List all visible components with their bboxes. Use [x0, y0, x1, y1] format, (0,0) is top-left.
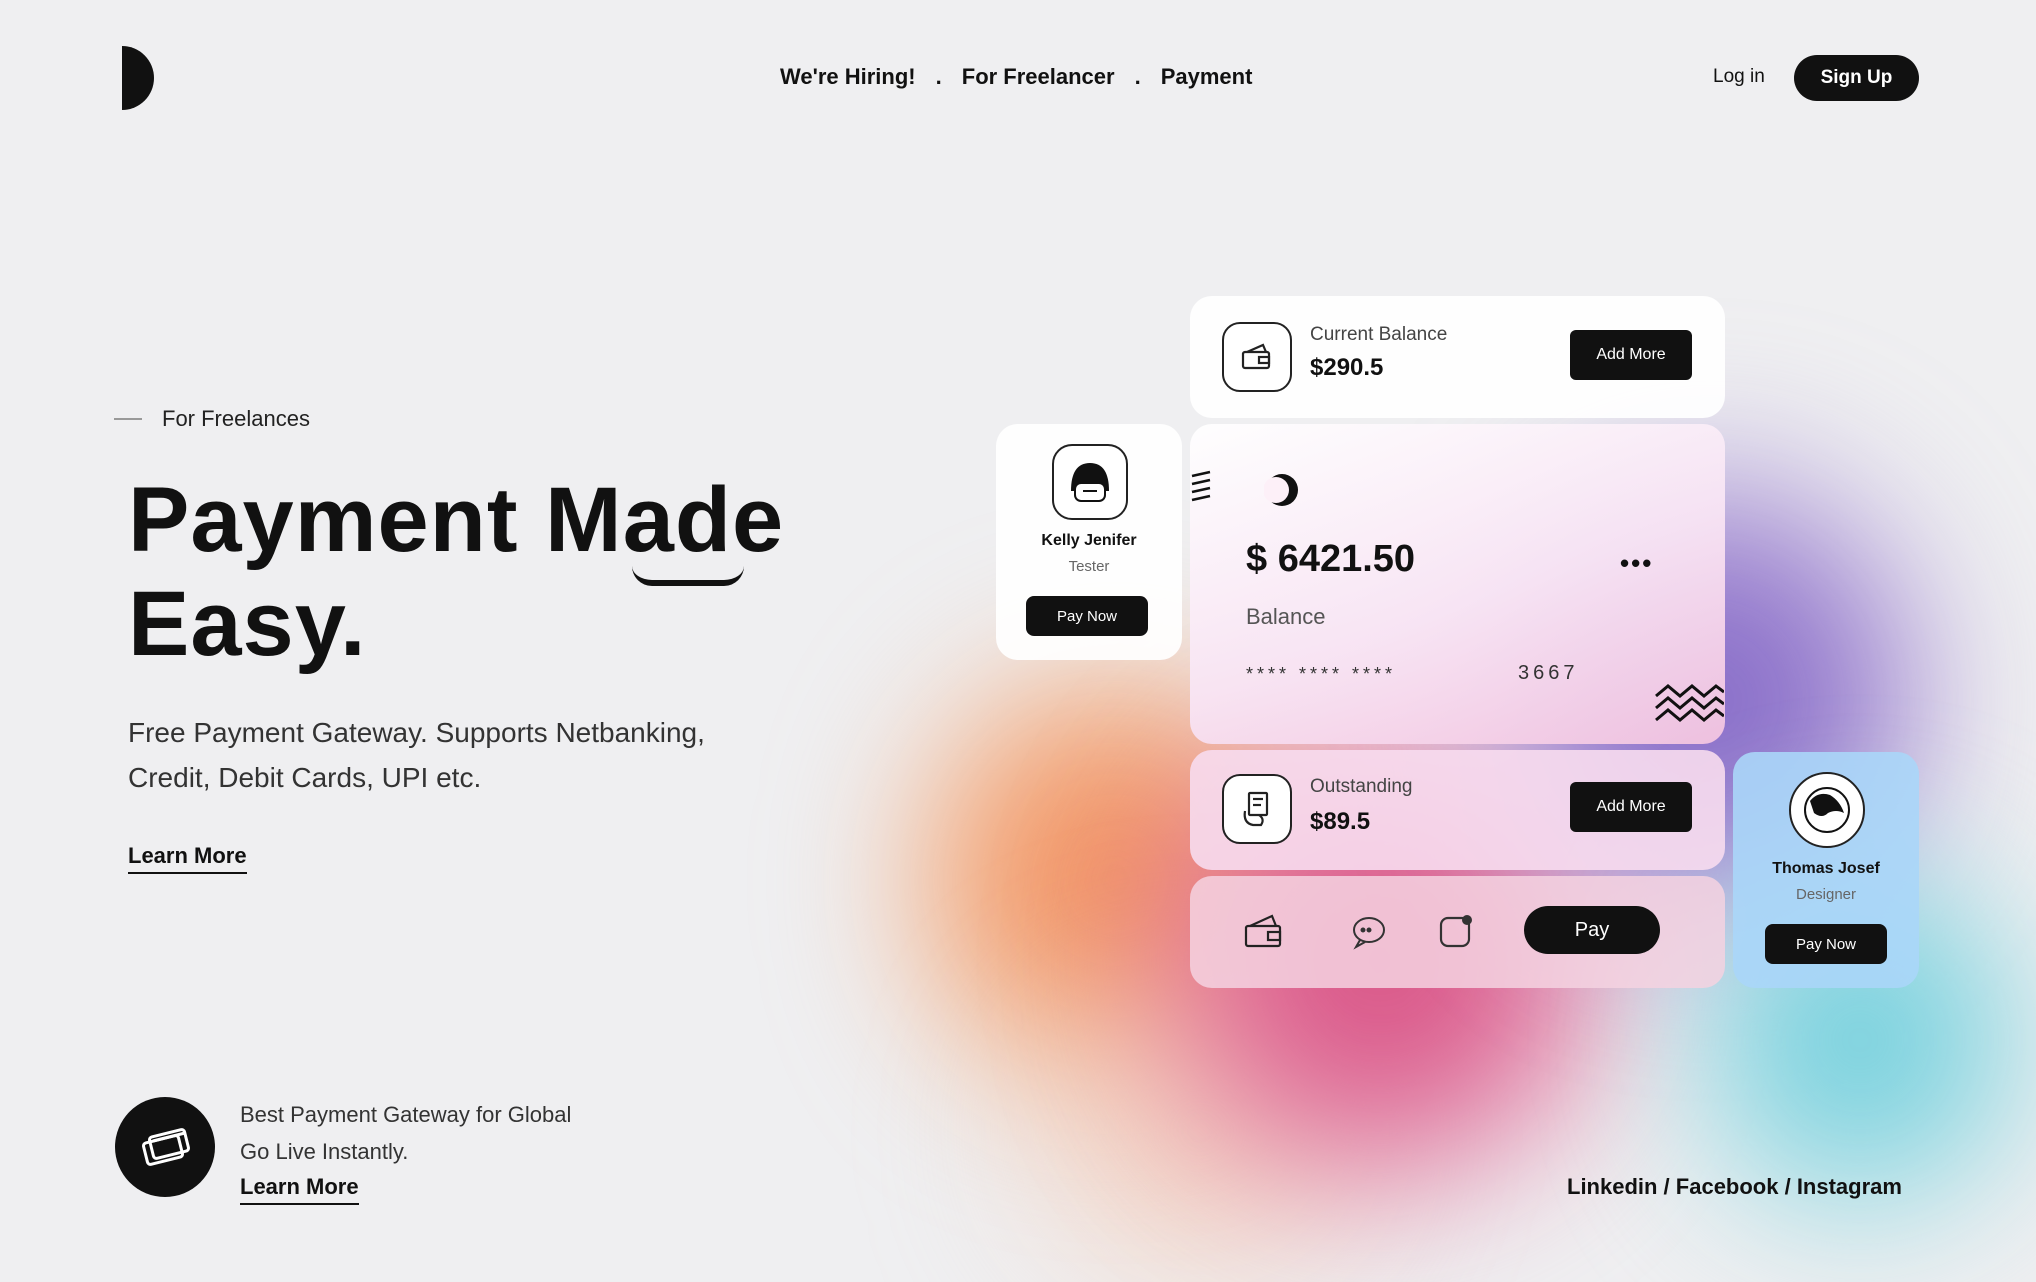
outstanding-label: Outstanding: [1310, 776, 1413, 797]
headline-line2: Easy.: [128, 573, 367, 675]
more-options-icon[interactable]: •••: [1620, 548, 1653, 579]
hero-description: Free Payment Gateway. Supports Netbankin…: [128, 717, 705, 793]
nav-item-freelancer[interactable]: For Freelancer: [962, 64, 1115, 90]
kelly-name: Kelly Jenifer: [1041, 532, 1137, 549]
thomas-avatar-icon: [1804, 787, 1850, 833]
kelly-pay-now-button[interactable]: Pay Now: [1026, 596, 1148, 636]
zigzag-icon: [1191, 470, 1211, 502]
pay-button[interactable]: Pay: [1524, 906, 1660, 954]
thomas-pay-now-button[interactable]: Pay Now: [1765, 924, 1887, 964]
login-link[interactable]: Log in: [1713, 66, 1765, 88]
kelly-avatar-icon: [1071, 463, 1109, 502]
headline-line1: Payment Made: [128, 469, 785, 571]
cards-icon: [142, 1128, 190, 1166]
nav-item-payment[interactable]: Payment: [1161, 64, 1253, 90]
receipt-icon-box: [1222, 774, 1292, 844]
moon-icon: [1264, 474, 1298, 506]
add-more-balance-button[interactable]: Add More: [1570, 330, 1692, 380]
balance-label: Balance: [1246, 604, 1326, 629]
nav-separator: .: [935, 64, 942, 89]
hero-learn-more-link[interactable]: Learn More: [128, 843, 247, 874]
hero-kicker: For Freelances: [114, 406, 310, 432]
avatar: [1052, 444, 1128, 520]
wallet-icon: [1241, 343, 1271, 370]
wave-icon: [1655, 684, 1724, 722]
card-badge: [115, 1097, 215, 1197]
add-more-outstanding-button[interactable]: Add More: [1570, 782, 1692, 832]
smile-underline-decoration: [632, 566, 744, 586]
top-nav: We're Hiring! . For Freelancer . Payment: [780, 64, 1252, 90]
promo-line2: Go Live Instantly.: [240, 1139, 409, 1164]
logo[interactable]: [122, 46, 154, 110]
kicker-text: For Freelances: [162, 406, 310, 431]
outstanding-card: Outstanding $89.5 Add More: [1190, 750, 1725, 870]
action-bar-card: Pay: [1190, 876, 1725, 988]
thomas-contact-card: Thomas Josef Designer Pay Now: [1733, 752, 1919, 988]
outstanding-amount: $89.5: [1310, 808, 1371, 835]
kelly-role: Tester: [1068, 558, 1110, 575]
wallet-icon[interactable]: [1242, 912, 1286, 950]
card-number-masked: **** **** ****: [1246, 664, 1397, 684]
social-links[interactable]: Linkedin / Facebook / Instagram: [1567, 1174, 1902, 1200]
promo-text: Best Payment Gateway for Global Go Live …: [240, 1096, 571, 1170]
wallet-icon-box: [1222, 322, 1292, 392]
avatar: [1789, 772, 1865, 848]
promo-learn-more-link[interactable]: Learn More: [240, 1174, 359, 1205]
kelly-contact-card: Kelly Jenifer Tester Pay Now: [996, 424, 1182, 660]
main-balance-card: $ 6421.50 ••• Balance **** **** **** 366…: [1190, 424, 1725, 744]
current-balance-card: Current Balance $290.5 Add More: [1190, 296, 1725, 418]
nav-separator: .: [1134, 64, 1141, 89]
chat-icon[interactable]: [1350, 914, 1388, 950]
receipt-hand-icon: [1243, 791, 1269, 827]
current-balance-amount: $290.5: [1310, 354, 1384, 381]
promo-line1: Best Payment Gateway for Global: [240, 1102, 572, 1127]
current-balance-label: Current Balance: [1310, 324, 1448, 345]
kicker-dash: [114, 418, 142, 420]
thomas-role: Designer: [1795, 886, 1857, 903]
card-number-last4: 3667: [1518, 662, 1579, 684]
signup-button[interactable]: Sign Up: [1794, 55, 1919, 101]
notification-icon[interactable]: [1438, 912, 1476, 950]
thomas-name: Thomas Josef: [1772, 860, 1880, 877]
main-balance-amount: $ 6421.50: [1246, 538, 1416, 580]
nav-item-hiring[interactable]: We're Hiring!: [780, 64, 916, 90]
